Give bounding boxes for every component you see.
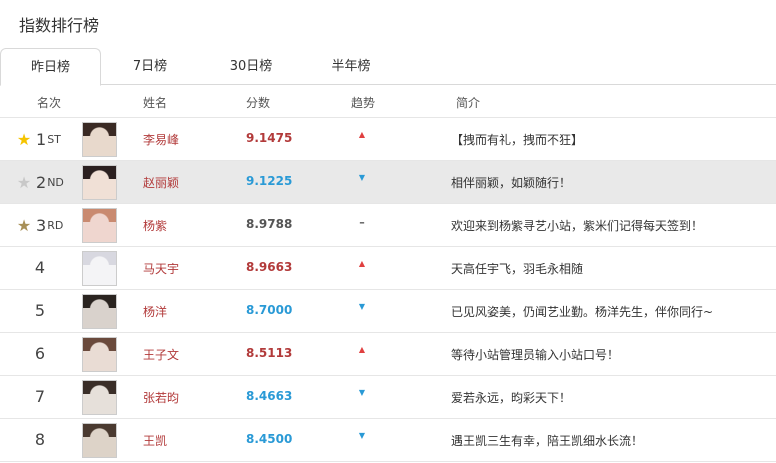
- page-title: 指数排行榜: [19, 16, 100, 35]
- person-name-link[interactable]: 赵丽颖: [143, 174, 179, 191]
- intro-text: 爱若永远，昀彩天下！: [451, 391, 572, 405]
- person-name-link[interactable]: 李易峰: [143, 131, 179, 148]
- rank-number: 4: [34, 258, 46, 277]
- score-value: 8.7000: [246, 303, 293, 317]
- score-value: 8.5113: [246, 346, 293, 360]
- tab-yesterday[interactable]: 昨日榜: [0, 48, 101, 86]
- trend-down-icon: ▼: [358, 388, 366, 397]
- tab-7day[interactable]: 7日榜: [120, 48, 180, 84]
- star-medal-icon: ★: [16, 172, 32, 192]
- trend-down-icon: ▼: [358, 173, 366, 182]
- intro-text: 等待小站管理员输入小站口号！: [451, 348, 620, 362]
- person-name-link[interactable]: 王凯: [143, 432, 167, 449]
- score-value: 8.4500: [246, 432, 293, 446]
- star-medal-icon: ★: [16, 129, 32, 149]
- intro-text: 相伴丽颖，如颖随行！: [451, 176, 572, 190]
- avatar[interactable]: [82, 208, 117, 243]
- table-row[interactable]: 4 马天宇 8.9663 ▲ 天高任宇飞，羽毛永相随: [0, 247, 776, 290]
- table-row[interactable]: 8 王凯 8.4500 ▼ 遇王凯三生有幸，陪王凯细水长流！: [0, 419, 776, 462]
- header-intro: 简介: [456, 96, 481, 110]
- person-name-link[interactable]: 马天宇: [143, 260, 179, 277]
- score-value: 9.1225: [246, 174, 293, 188]
- trend-down-icon: ▼: [358, 302, 366, 311]
- rank-number: 8: [34, 430, 46, 449]
- avatar[interactable]: [82, 337, 117, 372]
- tab-half-year[interactable]: 半年榜: [320, 48, 382, 84]
- intro-text: 已见风姿美，仍闻艺业勤。杨洋先生，伴你同行~: [451, 305, 714, 319]
- avatar[interactable]: [82, 251, 117, 286]
- table-row[interactable]: 7 张若昀 8.4663 ▼ 爱若永远，昀彩天下！: [0, 376, 776, 419]
- header-name: 姓名: [143, 96, 168, 110]
- rank-number: 1: [36, 129, 47, 149]
- avatar[interactable]: [82, 380, 117, 415]
- score-value: 8.9663: [246, 260, 293, 274]
- avatar[interactable]: [82, 423, 117, 458]
- person-name-link[interactable]: 杨紫: [143, 217, 167, 234]
- score-value: 8.9788: [246, 217, 293, 231]
- header-trend: 趋势: [351, 96, 376, 110]
- rank-suffix: ST: [47, 132, 61, 146]
- header-score: 分数: [246, 96, 271, 110]
- rank-number: 7: [34, 387, 46, 406]
- trend-down-icon: ▼: [358, 431, 366, 440]
- person-name-link[interactable]: 杨洋: [143, 303, 167, 320]
- tab-bar: 昨日榜 7日榜 30日榜 半年榜: [0, 48, 776, 86]
- person-name-link[interactable]: 张若昀: [143, 389, 179, 406]
- table-row[interactable]: ★ 1 ST 李易峰 9.1475 ▲ 【拽而有礼，拽而不狂】: [0, 118, 776, 161]
- score-value: 9.1475: [246, 131, 293, 145]
- rank-suffix: ND: [47, 175, 64, 189]
- rank-suffix: RD: [47, 218, 64, 232]
- intro-text: 遇王凯三生有幸，陪王凯细水长流！: [451, 434, 644, 448]
- trend-flat-icon: –: [359, 216, 365, 229]
- table-row[interactable]: ★ 3 RD 杨紫 8.9788 – 欢迎来到杨紫寻艺小站，紫米们记得每天签到！: [0, 204, 776, 247]
- rank-number: 3: [36, 215, 47, 235]
- trend-up-icon: ▲: [358, 259, 366, 268]
- avatar[interactable]: [82, 122, 117, 157]
- intro-text: 【拽而有礼，拽而不狂】: [451, 133, 584, 147]
- rank-cell: ★ 1 ST: [14, 118, 74, 160]
- header-rank: 名次: [37, 96, 62, 110]
- intro-text: 天高任宇飞，羽毛永相随: [451, 262, 584, 276]
- avatar[interactable]: [82, 294, 117, 329]
- rank-number: 5: [34, 301, 46, 320]
- trend-up-icon: ▲: [358, 345, 366, 354]
- trend-up-icon: ▲: [358, 130, 366, 139]
- rank-number: 6: [34, 344, 46, 363]
- table-row[interactable]: 5 杨洋 8.7000 ▼ 已见风姿美，仍闻艺业勤。杨洋先生，伴你同行~: [0, 290, 776, 333]
- person-name-link[interactable]: 王子文: [143, 346, 179, 363]
- rank-number: 2: [36, 172, 47, 192]
- intro-text: 欢迎来到杨紫寻艺小站，紫米们记得每天签到！: [451, 219, 704, 233]
- rank-cell: ★ 2 ND: [14, 161, 74, 203]
- table-header: 名次 姓名 分数 趋势 简介: [0, 85, 776, 118]
- star-medal-icon: ★: [16, 215, 32, 235]
- avatar[interactable]: [82, 165, 117, 200]
- table-row[interactable]: ★ 2 ND 赵丽颖 9.1225 ▼ 相伴丽颖，如颖随行！: [0, 161, 776, 204]
- rank-cell: ★ 3 RD: [14, 204, 74, 246]
- score-value: 8.4663: [246, 389, 293, 403]
- title-bar: 指数排行榜: [0, 0, 776, 46]
- tab-30day[interactable]: 30日榜: [220, 48, 282, 84]
- table-row[interactable]: 6 王子文 8.5113 ▲ 等待小站管理员输入小站口号！: [0, 333, 776, 376]
